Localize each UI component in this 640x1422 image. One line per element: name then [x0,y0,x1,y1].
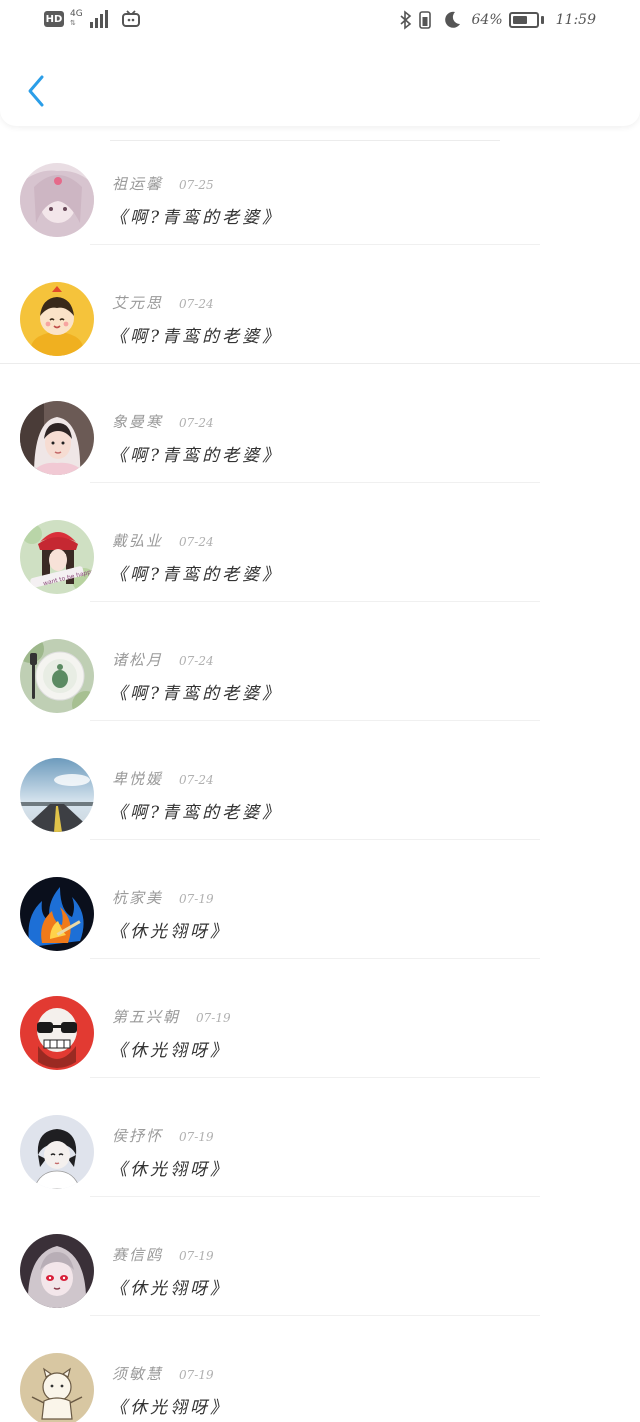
back-button[interactable] [18,70,54,112]
signal-icon [89,10,108,28]
list-item[interactable]: 杭家美 07-19 《休光翎呀》 [0,840,640,959]
commenter-name[interactable]: 戴弘业 [112,530,163,551]
comment-work-title[interactable]: 《啊?青鸾的老婆》 [110,560,282,585]
comment-date: 07-19 [179,1249,214,1263]
avatar[interactable]: want to be happy [20,520,94,594]
avatar[interactable] [20,758,94,832]
comment-date: 07-19 [179,1368,214,1382]
comment-work-title[interactable]: 《休光翎呀》 [110,1393,230,1418]
avatar[interactable] [20,1234,94,1308]
comment-meta: 侯抒怀 07-19 [112,1125,214,1146]
header-bar: HD 4G ⇅ 64% 11:59 [0,0,640,126]
chevron-left-icon [28,75,44,107]
battery-percent: 64% [471,12,503,28]
list-item[interactable]: want to be happy 戴弘业 07-24 《啊?青鸾的老婆》 [0,483,640,602]
comment-meta: 赛信鸥 07-19 [112,1244,214,1265]
list-item[interactable]: 赛信鸥 07-19 《休光翎呀》 [0,1197,640,1316]
avatar[interactable] [20,401,94,475]
comment-date: 07-25 [179,178,214,192]
commenter-name[interactable]: 艾元思 [112,292,163,313]
commenter-name[interactable]: 诸松月 [112,649,163,670]
tv-icon [121,10,140,27]
commenter-name[interactable]: 杭家美 [112,887,163,908]
commenter-name[interactable]: 须敏慧 [112,1363,163,1384]
comment-meta: 戴弘业 07-24 [112,530,214,551]
comment-date: 07-19 [196,1011,231,1025]
list-item[interactable]: 祖运馨 07-25 《啊?青鸾的老婆》 [0,126,640,245]
comment-date: 07-24 [179,654,214,668]
commenter-name[interactable]: 赛信鸥 [112,1244,163,1265]
comment-work-title[interactable]: 《啊?青鸾的老婆》 [110,322,282,347]
commenter-name[interactable]: 祖运馨 [112,173,163,194]
commenter-name[interactable]: 第五兴朝 [112,1006,180,1027]
comment-meta: 卑悦媛 07-24 [112,768,214,789]
list-item[interactable]: 侯抒怀 07-19 《休光翎呀》 [0,1078,640,1197]
comment-work-title[interactable]: 《啊?青鸾的老婆》 [110,203,282,228]
comment-work-title[interactable]: 《啊?青鸾的老婆》 [110,798,282,823]
commenter-name[interactable]: 卑悦媛 [112,768,163,789]
comment-meta: 象曼寒 07-24 [112,411,214,432]
commenter-name[interactable]: 侯抒怀 [112,1125,163,1146]
comment-work-title[interactable]: 《休光翎呀》 [110,1036,230,1061]
network-label: 4G [70,9,83,19]
avatar[interactable] [20,1115,94,1189]
comment-date: 07-24 [179,535,214,549]
bluetooth-icon [399,10,411,30]
comment-meta: 诸松月 07-24 [112,649,214,670]
comment-work-title[interactable]: 《休光翎呀》 [110,1274,230,1299]
comment-meta: 艾元思 07-24 [112,292,214,313]
list-item[interactable]: 诸松月 07-24 《啊?青鸾的老婆》 [0,602,640,721]
comment-work-title[interactable]: 《休光翎呀》 [110,917,230,942]
comment-work-title[interactable]: 《啊?青鸾的老婆》 [110,679,282,704]
avatar[interactable] [20,877,94,951]
comment-meta: 须敏慧 07-19 [112,1363,214,1384]
status-bar: HD 4G ⇅ 64% 11:59 [0,0,640,44]
list-item[interactable]: 艾元思 07-24 《啊?青鸾的老婆》 [0,245,640,364]
comment-date: 07-19 [179,892,214,906]
comment-date: 07-19 [179,1130,214,1144]
comment-date: 07-24 [179,297,214,311]
comment-meta: 祖运馨 07-25 [112,173,214,194]
status-left: HD 4G ⇅ [44,10,141,28]
list-item[interactable]: 须敏慧 07-19 《休光翎呀》 [0,1316,640,1422]
avatar[interactable] [20,1353,94,1422]
network-indicator: 4G ⇅ [70,10,83,28]
avatar[interactable] [20,996,94,1070]
avatar[interactable] [20,639,94,713]
clock: 11:59 [555,12,596,28]
avatar[interactable] [20,282,94,356]
commenter-name[interactable]: 象曼寒 [112,411,163,432]
avatar[interactable] [20,163,94,237]
comment-work-title[interactable]: 《啊?青鸾的老婆》 [110,441,282,466]
vibrate-icon [418,11,431,29]
comment-date: 07-24 [179,773,214,787]
status-right: 64% 11:59 [399,10,596,30]
list-item[interactable]: 第五兴朝 07-19 《休光翎呀》 [0,959,640,1078]
comment-date: 07-24 [179,416,214,430]
comment-list-screen: HD 4G ⇅ 64% 11:59 祖运馨 07-25 《啊?青鸾的老婆》 艾元… [0,0,640,1422]
comment-meta: 第五兴朝 07-19 [112,1006,231,1027]
list-item[interactable]: 卑悦媛 07-24 《啊?青鸾的老婆》 [0,721,640,840]
battery-icon [508,12,539,28]
list-item[interactable]: 象曼寒 07-24 《啊?青鸾的老婆》 [0,364,640,483]
battery-fill [512,16,527,24]
moon-icon [444,11,460,28]
signal-arrows-icon: ⇅ [70,19,76,27]
comment-meta: 杭家美 07-19 [112,887,214,908]
battery-tip [540,16,544,24]
comment-work-title[interactable]: 《休光翎呀》 [110,1155,230,1180]
hd-badge: HD [44,11,64,27]
